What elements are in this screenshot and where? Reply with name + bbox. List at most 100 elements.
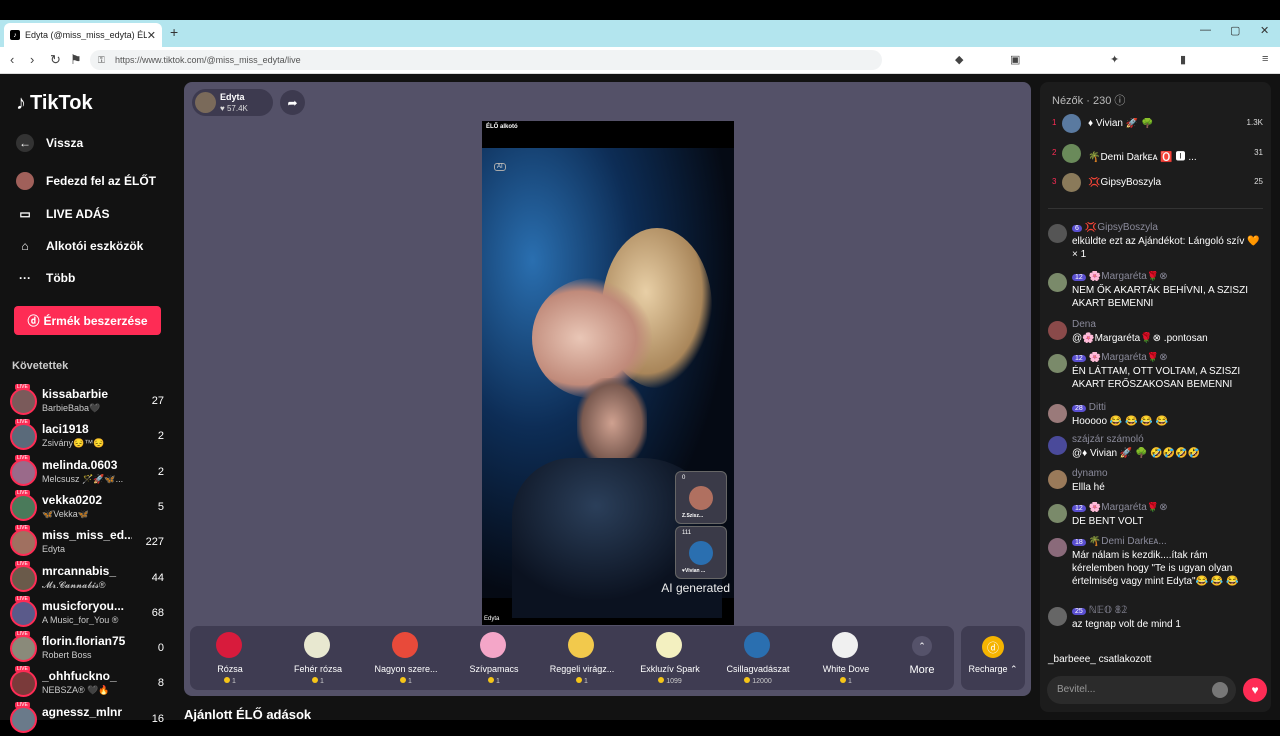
address-bar-row: ‹ › ↻ ⚑ ⚿ https://www.tiktok.com/@miss_mi…: [0, 47, 1280, 74]
chat-panel: Nézők · 230 ⓘ 1 ♦ Vivian 🚀 🌳 1.3K 2 🌴Demi Da…: [1040, 82, 1271, 712]
heart-icon[interactable]: ♥: [1243, 678, 1267, 702]
url-text: https://www.tiktok.com/@miss_miss_edyta/…: [115, 55, 301, 65]
top-viewer[interactable]: 1 ♦ Vivian 🚀 🌳 1.3K: [1052, 114, 1264, 134]
viewer-score: 1.3K: [1246, 118, 1263, 127]
guest-pip[interactable]: 0 Z.Szisz...: [675, 471, 727, 524]
following-name: florin.florian75: [42, 634, 126, 649]
following-item[interactable]: LIVE mrcannabis_ 𝓜𝓻.𝓒𝓪𝓷𝓷𝓪𝓫𝓲𝓼® 44: [10, 560, 168, 595]
url-field[interactable]: ⚿ https://www.tiktok.com/@miss_miss_edyta…: [90, 50, 882, 70]
nav-back[interactable]: ← Vissza: [16, 134, 83, 152]
forward-icon[interactable]: ›: [30, 52, 34, 67]
level-badge: 12: [1072, 274, 1086, 281]
gift-icon: [656, 632, 682, 658]
gift-price: 12000: [718, 677, 798, 685]
nav-more[interactable]: ··· Több: [16, 269, 75, 287]
following-item[interactable]: LIVE musicforyou... A Music_for_You ® 68: [10, 595, 168, 630]
avatar: [1048, 504, 1067, 523]
gift-item[interactable]: Nagyon szere... 1: [366, 626, 446, 690]
logo-text: TikTok: [30, 92, 93, 114]
extension-icon[interactable]: ▣: [1010, 53, 1020, 66]
following-item[interactable]: LIVE _ohhfuckno_ NEBSZA® 🖤🔥 8: [10, 666, 168, 700]
coin-icon: [658, 677, 665, 683]
viewer-count: 227: [145, 536, 164, 549]
viewer-score: 25: [1254, 177, 1263, 186]
top-viewer[interactable]: 2 🌴Demi Darkᴇᴀ 🅾️ 🅸 ... 31: [1052, 143, 1264, 164]
brave-shield-icon[interactable]: ◆: [955, 53, 963, 66]
chat-input[interactable]: Bevitel...: [1047, 676, 1236, 704]
viewer-count: 0: [157, 642, 164, 655]
browser-tab[interactable]: ♪ Edyta (@miss_miss_edyta) ÉL ✕: [4, 23, 162, 47]
nav-live[interactable]: ▭ LIVE ADÁS: [16, 205, 109, 223]
nav-creator-tools[interactable]: ⌂ Alkotói eszközök: [16, 237, 143, 255]
viewers-header[interactable]: Nézők · 230 ⓘ: [1052, 92, 1125, 108]
join-notice: _barbeee_ csatlakozott: [1048, 654, 1152, 665]
gift-name: Fehér rózsa: [293, 664, 343, 674]
puzzle-icon[interactable]: ✦: [1110, 53, 1119, 66]
minimize-icon[interactable]: —: [1200, 24, 1211, 36]
gift-item[interactable]: Szívpamacs 1: [454, 626, 534, 690]
share-icon[interactable]: ➦: [280, 90, 305, 115]
chat-username: 🌸Margaréta🌹⊗: [1088, 502, 1168, 513]
following-item[interactable]: LIVE agnessz_mlnr 16: [10, 701, 168, 736]
bookmark-icon[interactable]: ⚑: [70, 52, 82, 68]
close-tab-icon[interactable]: ✕: [147, 29, 156, 42]
back-icon[interactable]: ‹: [10, 52, 14, 67]
following-item[interactable]: LIVE florin.florian75 Robert Boss 0: [10, 631, 168, 665]
gift-item[interactable]: Fehér rózsa 1: [278, 626, 358, 690]
page: ♪ TikTok ← Vissza Fedezd fel az ÉLŐT ▭ LIVE…: [0, 74, 1280, 733]
following-title: Követettek: [12, 360, 69, 372]
nav-explore-live[interactable]: Fedezd fel az ÉLŐT: [16, 172, 156, 190]
gift-name: Szívpamacs: [469, 664, 519, 674]
avatar: [1062, 143, 1081, 163]
chat-user: 25 ℕ𝔼𝕆 𝟠𝟚: [1072, 605, 1266, 616]
new-tab-button[interactable]: +: [170, 24, 178, 40]
viewer-name: 🌴Demi Darkᴇᴀ 🅾️ 🅸 ...: [1088, 151, 1197, 163]
avatar: [1048, 321, 1067, 340]
divider: [1048, 208, 1263, 209]
gift-icon: [392, 632, 418, 658]
host-card[interactable]: Edyta ♥ 57.4K: [192, 89, 273, 116]
tiktok-logo[interactable]: ♪ TikTok: [16, 92, 93, 115]
gift-item[interactable]: White Dove 1: [806, 626, 886, 690]
viewer-count: 8: [157, 677, 164, 690]
creator-icon: ⌂: [21, 239, 29, 253]
following-subtitle: 🦋Vekka🦋: [42, 508, 89, 519]
more-label: More: [909, 664, 935, 676]
close-window-icon[interactable]: ✕: [1260, 24, 1269, 37]
top-viewer[interactable]: 3 💢GipsyBoszyla 25: [1052, 173, 1264, 193]
gift-item[interactable]: Exkluzív Spark 1099: [630, 626, 710, 690]
sidebar-icon[interactable]: ▮: [1180, 53, 1186, 66]
following-item[interactable]: LIVE melinda.0603 Melcsusz 🪄🚀🦋... 2: [10, 454, 168, 489]
chat-username: Dena: [1072, 319, 1096, 330]
viewer-name: 💢GipsyBoszyla: [1088, 177, 1162, 188]
following-item[interactable]: LIVE miss_miss_ed... Edyta 227: [10, 525, 168, 559]
following-item[interactable]: LIVE laci1918 Zsivány😔™😔 2: [10, 419, 168, 453]
maximize-icon[interactable]: ▢: [1230, 24, 1240, 37]
gift-item[interactable]: Reggeli virágz... 1: [542, 626, 622, 690]
emoji-icon[interactable]: [1212, 682, 1228, 698]
gift-item[interactable]: Csillagvadászat 12000: [718, 626, 798, 690]
live-badge: LIVE: [15, 595, 30, 602]
reload-icon[interactable]: ↻: [50, 52, 61, 68]
gift-price: 1099: [630, 677, 710, 685]
buy-coins-button[interactable]: ⓓ Érmék beszerzése: [14, 306, 161, 335]
gift-item[interactable]: Rózsa 1: [190, 626, 270, 690]
viewer-count: 44: [151, 571, 164, 584]
pip-count: 111: [682, 530, 692, 536]
chat-text: Már nálam is kezdik....ítak rám kérelemb…: [1072, 550, 1239, 587]
chat-user: 12 🌸Margaréta🌹⊗: [1072, 502, 1266, 513]
gift-price-value: 1099: [666, 678, 682, 685]
recharge-button[interactable]: ⓓ Recharge ⌃: [961, 626, 1025, 690]
following-name: agnessz_mlnr: [42, 704, 123, 719]
more-gifts-button[interactable]: ⌃ More: [902, 632, 942, 676]
following-item[interactable]: LIVE kissabarbie BarbieBaba🖤 27: [10, 384, 168, 418]
gift-name: Exkluzív Spark: [640, 664, 700, 674]
live-video[interactable]: ÉLŐ alkotó AI AI generated Edyta 0 Z.Szis…: [482, 121, 734, 625]
following-name: miss_miss_ed...: [42, 528, 132, 543]
menu-icon[interactable]: ≡: [1262, 53, 1268, 65]
following-item[interactable]: LIVE vekka0202 🦋Vekka🦋 5: [10, 489, 168, 524]
gift-icon: [832, 632, 858, 658]
level-badge: 12: [1072, 505, 1086, 512]
coin-icon: [224, 677, 231, 683]
guest-pip[interactable]: 111 ♥Vivian ...: [675, 526, 727, 579]
